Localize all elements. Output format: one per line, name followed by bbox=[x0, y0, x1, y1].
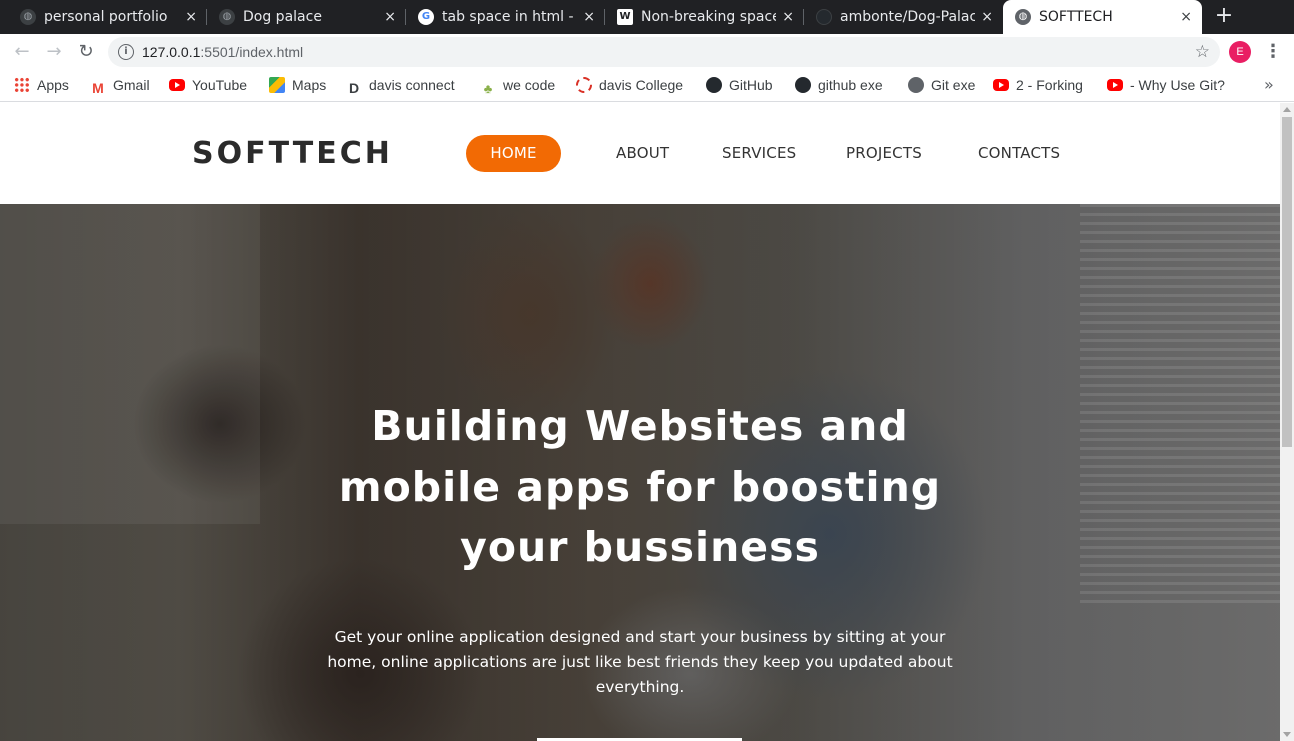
hero-title: Building Websites and mobile apps for bo… bbox=[290, 396, 990, 578]
bookmark-davis-connect[interactable]: Ddavis connect bbox=[346, 70, 455, 100]
bookmark-github[interactable]: GitHub bbox=[706, 70, 773, 100]
bookmark-label: YouTube bbox=[192, 77, 248, 93]
bookmark-maps[interactable]: Maps bbox=[269, 70, 326, 100]
bookmark-github-exe[interactable]: github exe bbox=[795, 70, 883, 100]
new-tab-button[interactable]: + bbox=[1212, 0, 1236, 34]
scrollbar-thumb[interactable] bbox=[1282, 117, 1292, 447]
hero-subtitle: Get your online application designed and… bbox=[327, 628, 953, 696]
bookmark-label: github exe bbox=[818, 77, 883, 93]
bookmark-gmail[interactable]: M Gmail bbox=[90, 70, 150, 100]
tab-dog-palace[interactable]: ◍ Dog palace × bbox=[207, 0, 406, 34]
globe-icon: ◍ bbox=[219, 9, 235, 25]
hero-title-line: your bussiness bbox=[460, 523, 820, 571]
back-arrow-icon[interactable]: ← bbox=[10, 40, 34, 64]
reload-icon[interactable]: ↻ bbox=[74, 40, 98, 64]
youtube-icon bbox=[169, 79, 185, 91]
apps-grid-icon bbox=[14, 77, 30, 93]
github-icon bbox=[795, 77, 811, 93]
forward-arrow-icon[interactable]: → bbox=[42, 40, 66, 64]
tab-title: SOFTTECH bbox=[1039, 9, 1113, 25]
globe-icon bbox=[908, 77, 924, 93]
nav-about[interactable]: ABOUT bbox=[616, 135, 669, 172]
tab-title: personal portfolio bbox=[44, 9, 168, 25]
browser-toolbar: ← → ↻ i 127.0.0.1:5501/index.html ☆ bbox=[0, 34, 1294, 70]
maps-icon bbox=[269, 77, 285, 93]
scroll-down-arrow-icon[interactable] bbox=[1283, 732, 1291, 737]
github-icon bbox=[816, 9, 832, 25]
site-info-icon[interactable]: i bbox=[118, 44, 134, 60]
close-icon[interactable]: × bbox=[1180, 0, 1192, 34]
bookmark-git-exe[interactable]: Git exe bbox=[908, 70, 975, 100]
google-icon: G bbox=[418, 9, 434, 25]
bookmark-label: davis College bbox=[599, 77, 684, 93]
bookmark-label: 2 - Forking bbox=[1016, 77, 1083, 93]
tab-title: ambonte/Dog-Palace bbox=[840, 9, 975, 25]
bookmark-apps[interactable]: Apps bbox=[14, 70, 69, 100]
wikipedia-icon: W bbox=[617, 9, 633, 25]
bookmarks-bar: Apps M Gmail YouTube Maps Ddavis connect … bbox=[0, 70, 1294, 102]
tab-personal-portfolio[interactable]: ◍ personal portfolio × bbox=[8, 0, 207, 34]
tab-github-dog-palace[interactable]: ambonte/Dog-Palace × bbox=[804, 0, 1003, 34]
scroll-up-arrow-icon[interactable] bbox=[1283, 107, 1291, 112]
globe-icon: ◍ bbox=[20, 9, 36, 25]
site-header: SOFTTECH HOME ABOUT SERVICES PROJECTS CO… bbox=[0, 103, 1280, 204]
bookmark-label: Apps bbox=[37, 77, 69, 93]
bookmark-label: Maps bbox=[292, 77, 327, 93]
hero-background-window bbox=[0, 204, 260, 524]
tab-title: Dog palace bbox=[243, 9, 322, 25]
address-bar[interactable]: i 127.0.0.1:5501/index.html ☆ bbox=[108, 37, 1220, 67]
hero-title-line: mobile apps for boosting bbox=[338, 462, 942, 511]
bookmark-label: Git exe bbox=[931, 77, 976, 93]
bookmark-label: davis connect bbox=[369, 77, 455, 93]
bookmark-label: Gmail bbox=[113, 77, 150, 93]
tab-google-search[interactable]: G tab space in html - Google Search × bbox=[406, 0, 605, 34]
globe-icon: ◍ bbox=[1015, 9, 1031, 25]
nav-projects[interactable]: PROJECTS bbox=[846, 135, 922, 172]
url-host: 127.0.0.1 bbox=[142, 44, 201, 60]
bookmark-label: GitHub bbox=[729, 77, 773, 93]
bookmark-label: - Why Use Git? bbox=[1130, 77, 1225, 93]
page-viewport: SOFTTECH HOME ABOUT SERVICES PROJECTS CO… bbox=[0, 103, 1280, 741]
close-icon[interactable]: × bbox=[583, 0, 595, 34]
tab-strip: ◍ personal portfolio × ◍ Dog palace × G … bbox=[0, 0, 1294, 34]
tab-softtech[interactable]: ◍ SOFTTECH × bbox=[1003, 0, 1202, 34]
bookmark-star-icon[interactable]: ☆ bbox=[1195, 37, 1210, 67]
bookmark-label: we code bbox=[503, 77, 556, 93]
close-icon[interactable]: × bbox=[981, 0, 993, 34]
youtube-icon bbox=[993, 79, 1009, 91]
close-icon[interactable]: × bbox=[384, 0, 396, 34]
hero-title-line: Building Websites and bbox=[371, 402, 909, 450]
tab-title: tab space in html - Google Search bbox=[442, 9, 577, 25]
hero-section: Building Websites and mobile apps for bo… bbox=[0, 204, 1280, 741]
davis-college-icon bbox=[576, 77, 592, 93]
d-letter-icon: D bbox=[348, 80, 360, 96]
tab-title: Non-breaking space - Wikipedia bbox=[641, 9, 776, 25]
page-scrollbar[interactable] bbox=[1280, 103, 1294, 741]
close-icon[interactable]: × bbox=[185, 0, 197, 34]
bookmark-forking[interactable]: 2 - Forking bbox=[993, 70, 1083, 100]
github-icon bbox=[706, 77, 722, 93]
close-icon[interactable]: × bbox=[782, 0, 794, 34]
site-logo[interactable]: SOFTTECH bbox=[192, 136, 393, 171]
profile-avatar[interactable]: E bbox=[1229, 41, 1251, 63]
bookmark-youtube[interactable]: YouTube bbox=[169, 70, 247, 100]
gmail-icon: M bbox=[92, 80, 104, 96]
bookmarks-overflow-button[interactable]: » bbox=[1264, 70, 1274, 100]
tab-wikipedia[interactable]: W Non-breaking space - Wikipedia × bbox=[605, 0, 804, 34]
kebab-menu-icon[interactable]: ⋮ bbox=[1264, 40, 1282, 64]
youtube-icon bbox=[1107, 79, 1123, 91]
url-text[interactable]: 127.0.0.1:5501/index.html bbox=[142, 37, 303, 67]
nav-home[interactable]: HOME bbox=[466, 135, 561, 172]
bookmark-davis-college[interactable]: davis College bbox=[576, 70, 683, 100]
tree-icon: ♣ bbox=[483, 81, 493, 96]
hero-background-blinds bbox=[1080, 204, 1280, 604]
nav-services[interactable]: SERVICES bbox=[722, 135, 796, 172]
bookmark-why-use-git[interactable]: - Why Use Git? bbox=[1107, 70, 1225, 100]
url-path: :5501/index.html bbox=[200, 44, 304, 60]
nav-contacts[interactable]: CONTACTS bbox=[978, 135, 1060, 172]
bookmark-we-code[interactable]: ♣ we code bbox=[480, 70, 555, 100]
